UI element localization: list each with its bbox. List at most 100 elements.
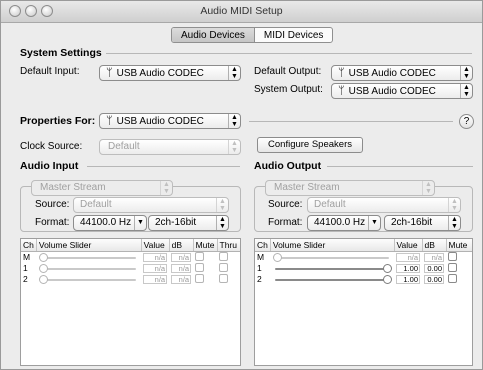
default-output-popup[interactable]: ᛘ USB Audio CODEC ▲ ▼ bbox=[331, 65, 473, 81]
value-field[interactable]: n/a bbox=[143, 275, 168, 284]
db-field[interactable]: n/a bbox=[424, 253, 444, 262]
audio-output-format-label: Format: bbox=[268, 217, 303, 228]
up-down-arrows-icon: ▲ ▼ bbox=[228, 114, 240, 128]
up-down-arrows-icon: ▲ ▼ bbox=[216, 216, 228, 230]
audio-output-rate-popup[interactable]: 44100.0 Hz ▼ bbox=[307, 215, 381, 231]
slider-knob[interactable] bbox=[383, 263, 393, 273]
channel-label: 1 bbox=[257, 263, 262, 273]
divider bbox=[327, 166, 473, 167]
audio-input-rate-popup[interactable]: 44100.0 Hz ▼ bbox=[73, 215, 147, 231]
audio-input-format-label: Format: bbox=[35, 217, 70, 228]
up-down-arrows-icon: ▲ ▼ bbox=[460, 66, 472, 80]
mute-checkbox[interactable] bbox=[195, 262, 205, 272]
audio-input-source-label: Source: bbox=[35, 199, 70, 210]
usb-icon: ᛘ bbox=[106, 115, 113, 127]
audio-output-stream-value: Master Stream bbox=[274, 182, 340, 193]
column-header-mute[interactable]: Mute bbox=[446, 239, 472, 252]
column-header-value[interactable]: Value bbox=[141, 239, 170, 252]
default-output-label: Default Output: bbox=[254, 66, 322, 77]
configure-speakers-button[interactable]: Configure Speakers bbox=[257, 137, 363, 153]
db-field[interactable]: n/a bbox=[171, 253, 192, 262]
table-row: 2 1.00 0.00 bbox=[255, 273, 472, 285]
tab-midi-devices[interactable]: MIDI Devices bbox=[253, 28, 332, 42]
audio-output-source-popup[interactable]: Default ▲ ▼ bbox=[307, 197, 461, 213]
audio-output-heading: Audio Output bbox=[254, 160, 322, 172]
volume-slider[interactable] bbox=[38, 274, 139, 284]
value-field[interactable]: 1.00 bbox=[396, 275, 420, 284]
audio-input-heading: Audio Input bbox=[20, 160, 79, 172]
column-header-value[interactable]: Value bbox=[394, 239, 423, 252]
mute-checkbox[interactable] bbox=[448, 262, 457, 272]
value-field[interactable]: 1.00 bbox=[396, 264, 420, 273]
up-down-arrows-icon: ▲ ▼ bbox=[160, 181, 172, 195]
up-down-arrows-icon: ▲ ▼ bbox=[448, 216, 460, 230]
column-header-volume-slider[interactable]: Volume Slider bbox=[270, 239, 395, 252]
column-header-thru[interactable]: Thru bbox=[217, 239, 240, 252]
value-field[interactable]: n/a bbox=[143, 264, 168, 273]
properties-for-popup[interactable]: ᛘ USB Audio CODEC ▲ ▼ bbox=[99, 113, 241, 129]
up-down-arrows-icon: ▲ ▼ bbox=[460, 84, 472, 98]
help-button[interactable]: ? bbox=[459, 114, 474, 129]
thru-checkbox[interactable] bbox=[219, 251, 228, 261]
db-field[interactable]: 0.00 bbox=[424, 264, 444, 273]
column-header-mute[interactable]: Mute bbox=[193, 239, 218, 252]
default-input-value: USB Audio CODEC bbox=[116, 68, 204, 79]
default-input-popup[interactable]: ᛘ USB Audio CODEC ▲ ▼ bbox=[99, 65, 241, 81]
column-header-ch[interactable]: Ch bbox=[21, 239, 37, 252]
slider-knob[interactable] bbox=[39, 274, 49, 284]
audio-output-bits-popup[interactable]: 2ch-16bit ▲ ▼ bbox=[384, 215, 461, 231]
audio-input-source-popup[interactable]: Default ▲ ▼ bbox=[73, 197, 229, 213]
channel-label: 2 bbox=[257, 274, 262, 284]
volume-slider[interactable] bbox=[272, 263, 393, 273]
value-field[interactable]: n/a bbox=[143, 253, 168, 262]
column-header-ch[interactable]: Ch bbox=[255, 239, 271, 252]
default-output-value: USB Audio CODEC bbox=[348, 68, 436, 79]
thru-checkbox[interactable] bbox=[219, 273, 228, 283]
db-field[interactable]: n/a bbox=[171, 264, 192, 273]
slider-knob[interactable] bbox=[39, 263, 49, 273]
mute-checkbox[interactable] bbox=[195, 251, 205, 261]
value-field[interactable]: n/a bbox=[396, 253, 420, 262]
up-down-arrows-icon: ▲ ▼ bbox=[448, 198, 460, 212]
volume-slider[interactable] bbox=[38, 252, 139, 262]
usb-icon: ᛘ bbox=[106, 67, 113, 79]
column-header-volume-slider[interactable]: Volume Slider bbox=[36, 239, 142, 252]
default-input-label: Default Input: bbox=[20, 66, 80, 77]
divider bbox=[87, 166, 240, 167]
clock-source-value: Default bbox=[108, 141, 140, 152]
tab-audio-devices[interactable]: Audio Devices bbox=[172, 28, 254, 42]
audio-input-bits-popup[interactable]: 2ch-16bit ▲ ▼ bbox=[148, 215, 229, 231]
chevron-down-icon: ▼ bbox=[134, 216, 146, 230]
mute-checkbox[interactable] bbox=[448, 273, 457, 283]
thru-checkbox[interactable] bbox=[219, 262, 228, 272]
audio-input-channel-table: Ch Volume Slider Value dB Mute Thru M n/… bbox=[20, 238, 241, 366]
clock-source-popup[interactable]: Default ▲ ▼ bbox=[99, 139, 241, 155]
mute-checkbox[interactable] bbox=[448, 251, 457, 261]
slider-knob[interactable] bbox=[273, 252, 283, 262]
volume-slider[interactable] bbox=[38, 263, 139, 273]
volume-slider[interactable] bbox=[272, 252, 392, 262]
system-output-popup[interactable]: ᛘ USB Audio CODEC ▲ ▼ bbox=[331, 83, 473, 99]
window-title: Audio MIDI Setup bbox=[200, 5, 283, 17]
slider-knob[interactable] bbox=[383, 274, 393, 284]
device-tabs: Audio Devices MIDI Devices bbox=[171, 27, 334, 43]
usb-icon: ᛘ bbox=[338, 67, 345, 79]
channel-label: 2 bbox=[23, 274, 28, 284]
audio-midi-setup-window: Audio MIDI Setup Audio Devices MIDI Devi… bbox=[0, 0, 483, 370]
slider-knob[interactable] bbox=[39, 252, 49, 262]
channel-label: 1 bbox=[23, 263, 28, 273]
table-row: 2 n/a n/a bbox=[21, 273, 240, 285]
up-down-arrows-icon: ▲ ▼ bbox=[228, 66, 240, 80]
column-header-db[interactable]: dB bbox=[169, 239, 194, 252]
audio-input-stream-popup[interactable]: Master Stream ▲ ▼ bbox=[31, 180, 173, 196]
channel-label: M bbox=[257, 252, 265, 262]
divider bbox=[249, 121, 453, 122]
column-header-db[interactable]: dB bbox=[422, 239, 447, 252]
db-field[interactable]: n/a bbox=[171, 275, 192, 284]
audio-output-source-label: Source: bbox=[268, 199, 303, 210]
audio-output-stream-popup[interactable]: Master Stream ▲ ▼ bbox=[265, 180, 435, 196]
volume-slider[interactable] bbox=[272, 274, 393, 284]
audio-input-stream-value: Master Stream bbox=[40, 182, 106, 193]
db-field[interactable]: 0.00 bbox=[424, 275, 444, 284]
mute-checkbox[interactable] bbox=[195, 273, 205, 283]
